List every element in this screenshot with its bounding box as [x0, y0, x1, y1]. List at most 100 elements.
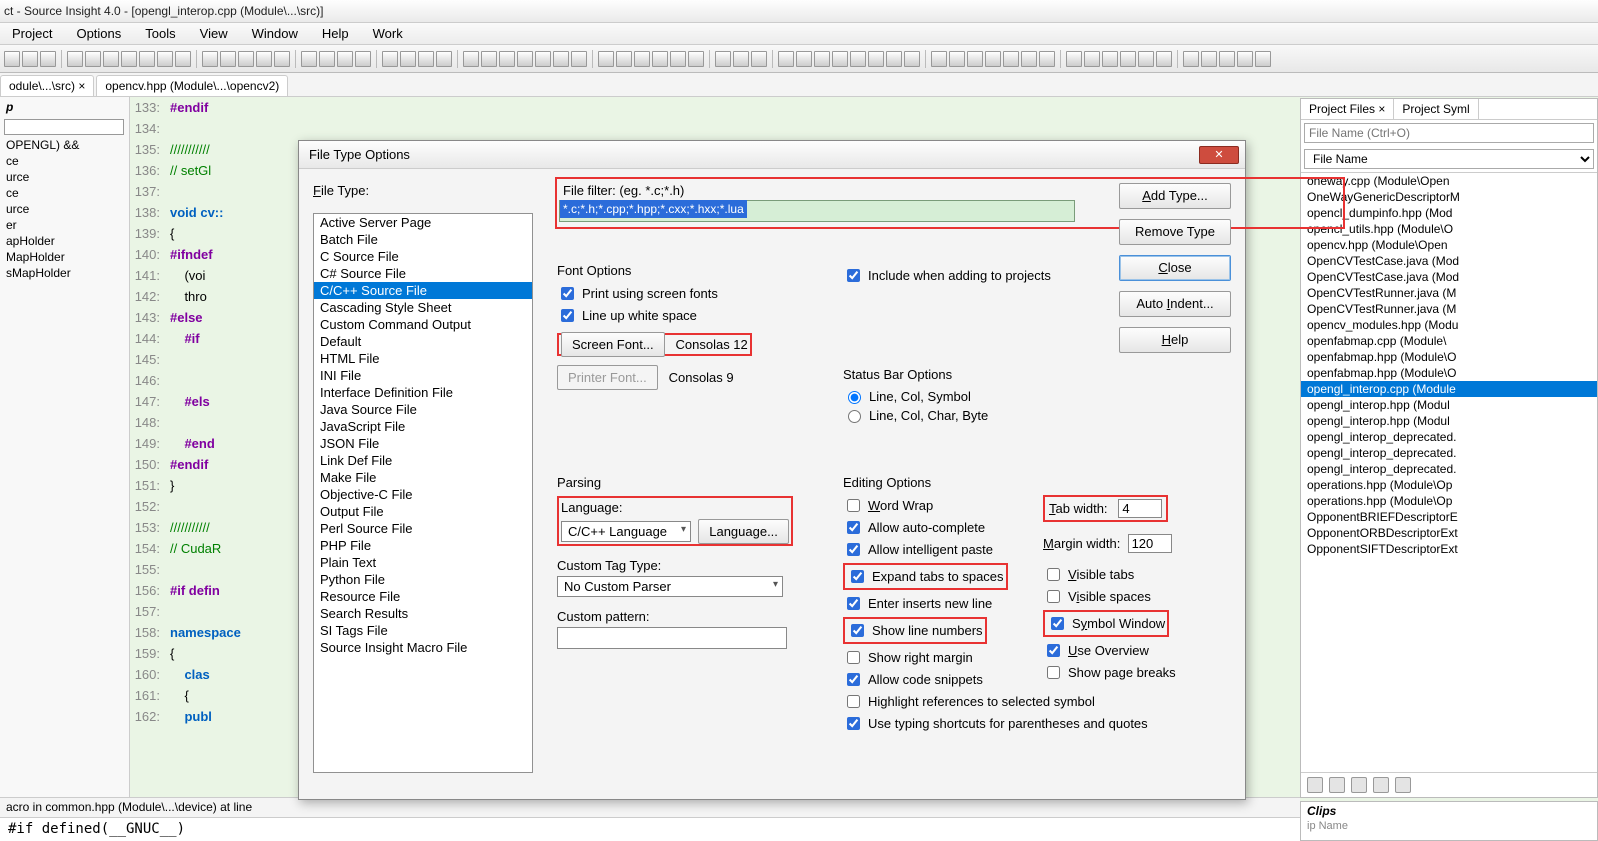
- gear-icon[interactable]: [1395, 777, 1411, 793]
- expand-tabs-checkbox[interactable]: Expand tabs to spaces: [847, 567, 1004, 586]
- print-screen-fonts-checkbox[interactable]: Print using screen fonts: [557, 284, 752, 303]
- file-type-item[interactable]: Interface Definition File: [314, 384, 532, 401]
- file-type-item[interactable]: Cascading Style Sheet: [314, 299, 532, 316]
- project-file-item[interactable]: opencl_dumpinfo.hpp (Mod: [1301, 205, 1597, 221]
- toolbar-button[interactable]: [1021, 51, 1037, 67]
- toolbar-button[interactable]: [175, 51, 191, 67]
- toolbar-button[interactable]: [778, 51, 794, 67]
- menu-project[interactable]: Project: [0, 26, 64, 41]
- toolbar-button[interactable]: [67, 51, 83, 67]
- toolbar-button[interactable]: [256, 51, 272, 67]
- file-type-item[interactable]: JavaScript File: [314, 418, 532, 435]
- status-lccb-radio[interactable]: Line, Col, Char, Byte: [843, 407, 988, 423]
- symbol-item[interactable]: urce: [0, 201, 129, 217]
- file-type-item[interactable]: JSON File: [314, 435, 532, 452]
- tab-project-symbol[interactable]: Project Syml: [1394, 99, 1478, 119]
- project-file-item[interactable]: opencv.hpp (Module\Open: [1301, 237, 1597, 253]
- language-select[interactable]: C/C++ Language: [561, 521, 691, 542]
- file-type-item[interactable]: Make File: [314, 469, 532, 486]
- toolbar-button[interactable]: [40, 51, 56, 67]
- toolbar-button[interactable]: [814, 51, 830, 67]
- toolbar-button[interactable]: [1237, 51, 1253, 67]
- file-type-item[interactable]: Perl Source File: [314, 520, 532, 537]
- toolbar-button[interactable]: [886, 51, 902, 67]
- remove-type-button[interactable]: Remove Type: [1119, 219, 1231, 245]
- project-file-item[interactable]: OneWayGenericDescriptorM: [1301, 189, 1597, 205]
- symbol-item[interactable]: apHolder: [0, 233, 129, 249]
- toolbar-button[interactable]: [157, 51, 173, 67]
- toolbar-button[interactable]: [598, 51, 614, 67]
- toolbar-button[interactable]: [652, 51, 668, 67]
- menu-window[interactable]: Window: [240, 26, 310, 41]
- toolbar-button[interactable]: [463, 51, 479, 67]
- toolbar-button[interactable]: [301, 51, 317, 67]
- tab-project-files[interactable]: Project Files ×: [1301, 99, 1394, 119]
- file-type-listbox[interactable]: Active Server PageBatch FileC Source Fil…: [313, 213, 533, 773]
- menu-tools[interactable]: Tools: [133, 26, 187, 41]
- project-file-list[interactable]: oneway.cpp (Module\OpenOneWayGenericDesc…: [1301, 172, 1597, 772]
- file-name-column[interactable]: File Name: [1304, 149, 1594, 169]
- language-button[interactable]: Language...: [698, 519, 789, 544]
- symbol-search-input[interactable]: [4, 119, 124, 135]
- menu-view[interactable]: View: [188, 26, 240, 41]
- toolbar-button[interactable]: [499, 51, 515, 67]
- project-file-item[interactable]: opengl_interop.hpp (Modul: [1301, 413, 1597, 429]
- toolbar-button[interactable]: [4, 51, 20, 67]
- file-type-item[interactable]: Custom Command Output: [314, 316, 532, 333]
- file-type-item[interactable]: HTML File: [314, 350, 532, 367]
- toolbar-button[interactable]: [220, 51, 236, 67]
- file-name-input[interactable]: [1304, 123, 1594, 143]
- toolbar-button[interactable]: [931, 51, 947, 67]
- toolbar-button[interactable]: [1066, 51, 1082, 67]
- toolbar-button[interactable]: [1156, 51, 1172, 67]
- toolbar-button[interactable]: [634, 51, 650, 67]
- file-type-item[interactable]: Plain Text: [314, 554, 532, 571]
- status-lcs-radio[interactable]: Line, Col, Symbol: [843, 388, 988, 404]
- symbol-window-checkbox[interactable]: Symbol Window: [1047, 614, 1165, 633]
- project-file-item[interactable]: opencl_utils.hpp (Module\O: [1301, 221, 1597, 237]
- toolbar-button[interactable]: [616, 51, 632, 67]
- toolbar-button[interactable]: [139, 51, 155, 67]
- toolbar-button[interactable]: [1084, 51, 1100, 67]
- toolbar-button[interactable]: [832, 51, 848, 67]
- toolbar-button[interactable]: [517, 51, 533, 67]
- project-file-item[interactable]: opengl_interop_deprecated.: [1301, 429, 1597, 445]
- include-projects-checkbox[interactable]: Include when adding to projects: [843, 266, 1051, 285]
- auto-indent-button[interactable]: Auto Indent...: [1119, 291, 1231, 317]
- project-file-item[interactable]: operations.hpp (Module\Op: [1301, 477, 1597, 493]
- toolbar-button[interactable]: [571, 51, 587, 67]
- file-type-item[interactable]: PHP File: [314, 537, 532, 554]
- project-file-item[interactable]: openfabmap.hpp (Module\O: [1301, 349, 1597, 365]
- close-icon[interactable]: ✕: [1199, 146, 1239, 164]
- tab-file-1[interactable]: odule\...\src) ×: [0, 75, 94, 96]
- project-file-item[interactable]: OpenCVTestCase.java (Mod: [1301, 253, 1597, 269]
- file-type-item[interactable]: Active Server Page: [314, 214, 532, 231]
- symbol-item[interactable]: MapHolder: [0, 249, 129, 265]
- toolbar-button[interactable]: [670, 51, 686, 67]
- menu-work[interactable]: Work: [361, 26, 415, 41]
- line-up-whitespace-checkbox[interactable]: Line up white space: [557, 306, 752, 325]
- toolbar-button[interactable]: [1219, 51, 1235, 67]
- file-type-item[interactable]: Link Def File: [314, 452, 532, 469]
- toolbar-button[interactable]: [985, 51, 1001, 67]
- toolbar-button[interactable]: [1039, 51, 1055, 67]
- toolbar-button[interactable]: [238, 51, 254, 67]
- panel-action-icon[interactable]: [1373, 777, 1389, 793]
- toolbar-button[interactable]: [418, 51, 434, 67]
- project-file-item[interactable]: OpponentSIFTDescriptorExt: [1301, 541, 1597, 557]
- panel-action-icon[interactable]: [1329, 777, 1345, 793]
- file-type-item[interactable]: SI Tags File: [314, 622, 532, 639]
- toolbar-button[interactable]: [274, 51, 290, 67]
- project-file-item[interactable]: opengl_interop.cpp (Module: [1301, 381, 1597, 397]
- show-page-breaks-checkbox[interactable]: Show page breaks: [1043, 663, 1176, 682]
- file-type-item[interactable]: Output File: [314, 503, 532, 520]
- project-file-item[interactable]: opengl_interop_deprecated.: [1301, 461, 1597, 477]
- project-file-item[interactable]: openfabmap.hpp (Module\O: [1301, 365, 1597, 381]
- toolbar-button[interactable]: [1120, 51, 1136, 67]
- file-type-item[interactable]: Python File: [314, 571, 532, 588]
- project-file-item[interactable]: operations.hpp (Module\Op: [1301, 493, 1597, 509]
- file-type-item[interactable]: Batch File: [314, 231, 532, 248]
- toolbar-button[interactable]: [319, 51, 335, 67]
- toolbar-button[interactable]: [1183, 51, 1199, 67]
- project-file-item[interactable]: oneway.cpp (Module\Open: [1301, 173, 1597, 189]
